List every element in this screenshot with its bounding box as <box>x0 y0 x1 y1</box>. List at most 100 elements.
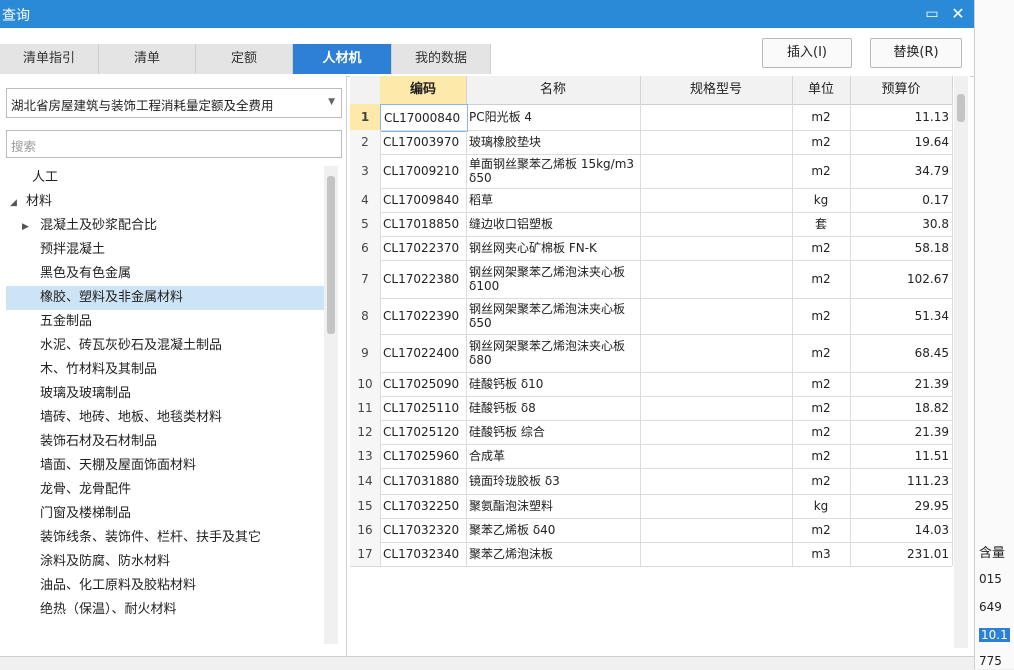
price-cell[interactable]: 14.03 <box>850 518 953 542</box>
name-cell[interactable]: 单面钢丝聚苯乙烯板 15kg/m3 δ50 <box>466 154 641 188</box>
name-cell[interactable]: 硅酸钙板 δ8 <box>466 396 641 420</box>
spec-cell[interactable] <box>640 396 793 420</box>
tree-node[interactable]: 门窗及楼梯制品 <box>6 502 324 526</box>
tree-node[interactable]: 五金制品 <box>6 310 324 334</box>
spec-cell[interactable] <box>640 444 793 468</box>
tree-node[interactable]: 龙骨、龙骨配件 <box>6 478 324 502</box>
tree-node[interactable]: 黑色及有色金属 <box>6 262 324 286</box>
minimize-icon[interactable]: ▭ <box>922 4 942 24</box>
code-cell[interactable]: CL17025110 <box>380 396 467 420</box>
name-cell[interactable]: 硅酸钙板 δ10 <box>466 372 641 396</box>
price-cell[interactable]: 11.51 <box>850 444 953 468</box>
unit-cell[interactable]: m2 <box>792 518 851 542</box>
tree-node[interactable]: 玻璃及玻璃制品 <box>6 382 324 406</box>
tree-node[interactable]: 墙砖、地砖、地板、地毯类材料 <box>6 406 324 430</box>
name-cell[interactable]: 钢丝网夹心矿棉板 FN-K <box>466 236 641 260</box>
column-header[interactable]: 规格型号 <box>640 76 793 104</box>
unit-cell[interactable]: kg <box>792 494 851 518</box>
spec-cell[interactable] <box>640 260 793 298</box>
search-input[interactable]: 搜索 <box>6 130 342 158</box>
row-number[interactable]: 9 <box>350 334 381 372</box>
table-row[interactable]: 7 CL17022380 钢丝网架聚苯乙烯泡沫夹心板 δ100 m2 102.67 <box>350 260 953 299</box>
table-row[interactable]: 9 CL17022400 钢丝网架聚苯乙烯泡沫夹心板 δ80 m2 68.45 <box>350 334 953 373</box>
name-cell[interactable]: 钢丝网架聚苯乙烯泡沫夹心板 δ80 <box>466 334 641 372</box>
column-header[interactable] <box>350 76 381 104</box>
table-row[interactable]: 10 CL17025090 硅酸钙板 δ10 m2 21.39 <box>350 372 953 397</box>
code-cell[interactable]: CL17000840 <box>380 104 468 132</box>
spec-cell[interactable] <box>640 212 793 236</box>
unit-cell[interactable]: m2 <box>792 444 851 468</box>
code-cell[interactable]: CL17018850 <box>380 212 467 236</box>
tree-node[interactable]: 装饰石材及石材制品 <box>6 430 324 454</box>
unit-cell[interactable]: m2 <box>792 468 851 494</box>
row-number[interactable]: 11 <box>350 396 381 420</box>
table-row[interactable]: 12 CL17025120 硅酸钙板 综合 m2 21.39 <box>350 420 953 445</box>
price-cell[interactable]: 34.79 <box>850 154 953 188</box>
tree-node[interactable]: ▶ 混凝土及砂浆配合比 <box>6 214 324 238</box>
tree-node[interactable]: 人工 <box>6 166 324 190</box>
row-number[interactable]: 12 <box>350 420 381 444</box>
price-cell[interactable]: 111.23 <box>850 468 953 494</box>
code-cell[interactable]: CL17032320 <box>380 518 467 542</box>
spec-cell[interactable] <box>640 130 793 154</box>
spec-cell[interactable] <box>640 468 793 494</box>
table-row[interactable]: 15 CL17032250 聚氨酯泡沫塑料 kg 29.95 <box>350 494 953 519</box>
tab-list[interactable]: 清单 <box>99 44 196 74</box>
spec-cell[interactable] <box>640 420 793 444</box>
row-number[interactable]: 15 <box>350 494 381 518</box>
tree-node[interactable]: 橡胶、塑料及非金属材料 <box>6 286 324 310</box>
table-row[interactable]: 6 CL17022370 钢丝网夹心矿棉板 FN-K m2 58.18 <box>350 236 953 261</box>
name-cell[interactable]: 硅酸钙板 综合 <box>466 420 641 444</box>
unit-cell[interactable]: m2 <box>792 396 851 420</box>
tree-node[interactable]: 装饰线条、装饰件、栏杆、扶手及其它 <box>6 526 324 550</box>
table-row[interactable]: 1 CL17000840 PC阳光板 4 m2 11.13 <box>350 104 953 132</box>
price-cell[interactable]: 21.39 <box>850 372 953 396</box>
table-scrollbar[interactable] <box>954 76 968 648</box>
unit-cell[interactable]: kg <box>792 188 851 212</box>
price-cell[interactable]: 30.8 <box>850 212 953 236</box>
unit-cell[interactable]: m2 <box>792 298 851 334</box>
table-row[interactable]: 16 CL17032320 聚苯乙烯板 δ40 m2 14.03 <box>350 518 953 543</box>
price-cell[interactable]: 21.39 <box>850 420 953 444</box>
tree-scrollbar[interactable] <box>324 166 338 644</box>
code-cell[interactable]: CL17032340 <box>380 542 467 566</box>
price-cell[interactable]: 68.45 <box>850 334 953 372</box>
table-row[interactable]: 2 CL17003970 玻璃橡胶垫块 m2 19.64 <box>350 130 953 155</box>
row-number[interactable]: 10 <box>350 372 381 396</box>
name-cell[interactable]: 聚氨酯泡沫塑料 <box>466 494 641 518</box>
spec-cell[interactable] <box>640 542 793 566</box>
tree-node[interactable]: 绝热（保温）、耐火材料 <box>6 598 324 622</box>
spec-cell[interactable] <box>640 298 793 334</box>
code-cell[interactable]: CL17022370 <box>380 236 467 260</box>
row-number[interactable]: 5 <box>350 212 381 236</box>
row-number[interactable]: 16 <box>350 518 381 542</box>
spec-cell[interactable] <box>640 494 793 518</box>
name-cell[interactable]: 合成革 <box>466 444 641 468</box>
row-number[interactable]: 4 <box>350 188 381 212</box>
code-cell[interactable]: CL17022390 <box>380 298 467 334</box>
code-cell[interactable]: CL17025090 <box>380 372 467 396</box>
tree-node[interactable]: 水泥、砖瓦灰砂石及混凝土制品 <box>6 334 324 358</box>
insert-button[interactable]: 插入(I) <box>762 38 852 68</box>
table-row[interactable]: 13 CL17025960 合成革 m2 11.51 <box>350 444 953 469</box>
unit-cell[interactable]: m2 <box>792 420 851 444</box>
row-number[interactable]: 14 <box>350 468 381 494</box>
row-number[interactable]: 8 <box>350 298 381 334</box>
tree-node[interactable]: ◢ 材料 <box>6 190 324 214</box>
spec-cell[interactable] <box>640 518 793 542</box>
code-cell[interactable]: CL17032250 <box>380 494 467 518</box>
name-cell[interactable]: 镜面玲珑胶板 δ3 <box>466 468 641 494</box>
expand-toggle-icon[interactable]: ◢ <box>10 191 22 215</box>
code-cell[interactable]: CL17025120 <box>380 420 467 444</box>
code-cell[interactable]: CL17003970 <box>380 130 467 154</box>
spec-cell[interactable] <box>640 372 793 396</box>
table-row[interactable]: 17 CL17032340 聚苯乙烯泡沫板 m3 231.01 <box>350 542 953 567</box>
spec-cell[interactable] <box>640 188 793 212</box>
expand-toggle-icon[interactable]: ▶ <box>22 215 34 239</box>
dialog-titlebar[interactable]: 查询 ▭ ✕ <box>0 0 974 28</box>
price-cell[interactable]: 19.64 <box>850 130 953 154</box>
code-cell[interactable]: CL17022400 <box>380 334 467 372</box>
code-cell[interactable]: CL17022380 <box>380 260 467 298</box>
row-number[interactable]: 17 <box>350 542 381 566</box>
tree-scrollbar-thumb[interactable] <box>327 176 335 334</box>
